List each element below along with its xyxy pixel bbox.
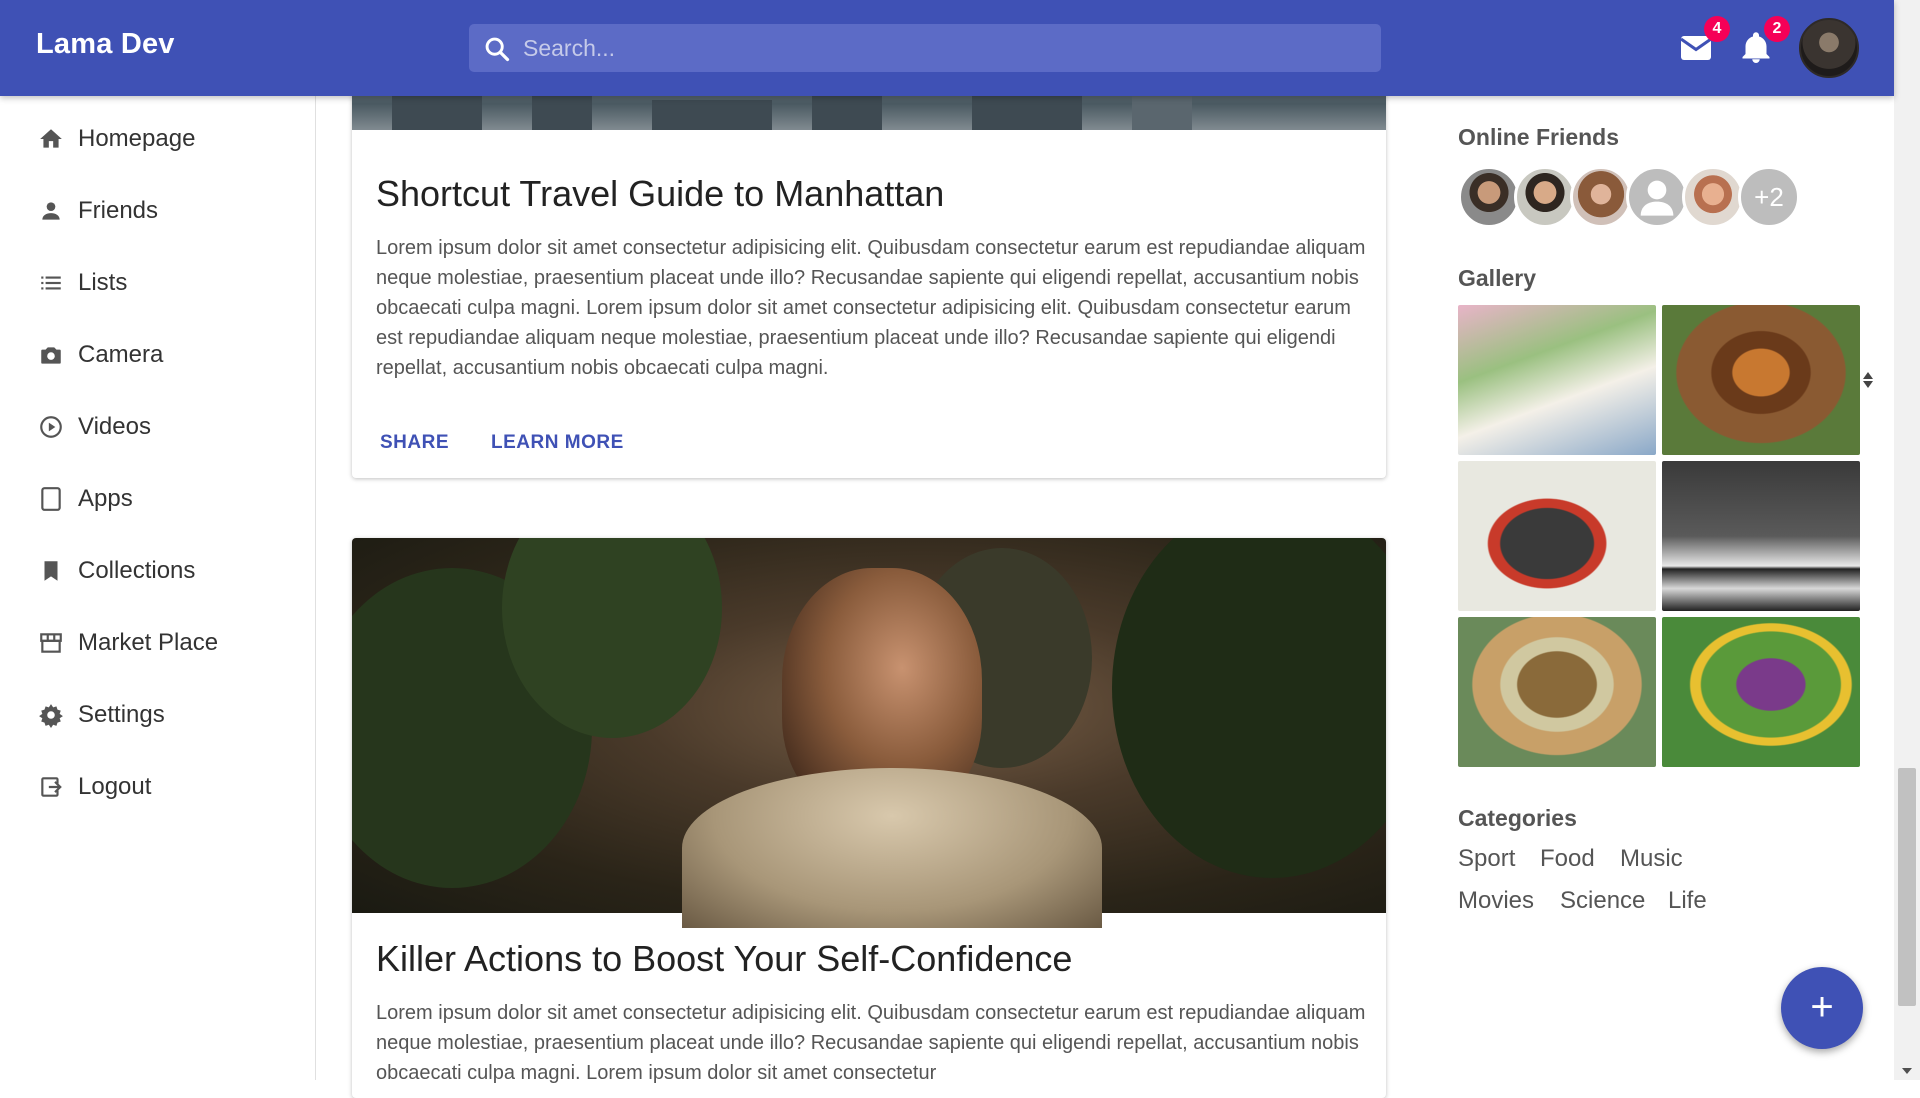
friend-avatar[interactable] bbox=[1458, 166, 1520, 228]
mail-button[interactable]: 4 bbox=[1678, 16, 1730, 66]
mail-badge: 4 bbox=[1704, 16, 1730, 42]
notification-badge: 2 bbox=[1764, 16, 1790, 42]
home-icon bbox=[40, 129, 62, 148]
sidebar-item-settings[interactable]: Settings bbox=[38, 695, 165, 735]
sidebar-item-label: Collections bbox=[78, 557, 196, 584]
category-link[interactable]: Life bbox=[1668, 887, 1707, 915]
sidebar-item-label: Camera bbox=[78, 341, 164, 368]
learn-more-button[interactable]: LEARN MORE bbox=[487, 428, 628, 458]
storefront-icon bbox=[40, 633, 62, 653]
tablet-icon bbox=[41, 487, 61, 511]
sidebar-item-logout[interactable]: Logout bbox=[38, 767, 151, 807]
sidebar-item-label: Market Place bbox=[78, 629, 219, 656]
search-input[interactable] bbox=[517, 24, 1357, 72]
sidebar-item-friends[interactable]: Friends bbox=[38, 191, 158, 231]
categories-heading: Categories bbox=[1458, 805, 1577, 831]
friend-avatar-placeholder[interactable] bbox=[1626, 166, 1688, 228]
add-post-button[interactable]: + bbox=[1781, 967, 1863, 1049]
post-title: Shortcut Travel Guide to Manhattan bbox=[376, 173, 945, 214]
sidebar-item-videos[interactable]: Videos bbox=[38, 407, 151, 447]
sidebar-item-label: Settings bbox=[78, 701, 165, 728]
share-button[interactable]: SHARE bbox=[376, 428, 453, 458]
sidebar-item-collections[interactable]: Collections bbox=[38, 551, 195, 591]
post-body: Lorem ipsum dolor sit amet consectetur a… bbox=[376, 1002, 1366, 1084]
category-link[interactable]: Sport bbox=[1458, 845, 1515, 873]
scroll-down-icon[interactable] bbox=[1902, 1068, 1912, 1074]
sidebar-item-camera[interactable]: Camera bbox=[38, 335, 163, 375]
sidebar-item-label: Apps bbox=[78, 485, 133, 512]
category-link[interactable]: Food bbox=[1540, 845, 1595, 873]
category-link[interactable]: Science bbox=[1560, 887, 1645, 915]
gallery-image[interactable] bbox=[1662, 305, 1860, 455]
post-title: Killer Actions to Boost Your Self-Confid… bbox=[376, 938, 1073, 979]
gallery-image[interactable] bbox=[1662, 461, 1860, 611]
logout-icon bbox=[41, 777, 62, 797]
bookmark-icon bbox=[44, 561, 58, 581]
category-link[interactable]: Music bbox=[1620, 845, 1683, 873]
online-friends-heading: Online Friends bbox=[1458, 124, 1620, 150]
list-icon bbox=[41, 276, 61, 290]
page-scrollbar[interactable] bbox=[1894, 0, 1920, 1080]
sidebar-item-label: Logout bbox=[78, 773, 152, 800]
post-body: Lorem ipsum dolor sit amet consectetur a… bbox=[376, 237, 1366, 379]
post-card: Shortcut Travel Guide to Manhattan Lorem… bbox=[352, 78, 1386, 478]
post-card: Killer Actions to Boost Your Self-Confid… bbox=[352, 538, 1386, 1098]
gallery-image[interactable] bbox=[1458, 461, 1656, 611]
person-icon bbox=[42, 202, 60, 220]
sidebar-item-label: Lists bbox=[78, 269, 128, 296]
search-box bbox=[469, 24, 1381, 72]
friend-avatar[interactable] bbox=[1682, 166, 1744, 228]
gallery-heading: Gallery bbox=[1458, 265, 1536, 291]
gear-icon bbox=[39, 704, 63, 728]
person-icon bbox=[1640, 180, 1674, 216]
scrollbar-thumb[interactable] bbox=[1898, 768, 1916, 1006]
camera-icon bbox=[41, 347, 61, 364]
sort-icon[interactable] bbox=[1862, 370, 1874, 390]
more-friends-count[interactable]: +2 bbox=[1738, 166, 1800, 228]
sidebar: Homepage Friends Lists Camera Videos App… bbox=[0, 96, 316, 1080]
sidebar-item-market-place[interactable]: Market Place bbox=[38, 623, 218, 663]
gallery-image[interactable] bbox=[1458, 305, 1656, 455]
category-link[interactable]: Movies bbox=[1458, 887, 1534, 915]
sidebar-item-label: Videos bbox=[78, 413, 151, 440]
brand-logo[interactable]: Lama Dev bbox=[36, 28, 175, 61]
sidebar-item-label: Homepage bbox=[78, 125, 196, 152]
post-image bbox=[352, 538, 1386, 928]
play-circle-icon bbox=[40, 416, 62, 438]
gallery-image[interactable] bbox=[1458, 617, 1656, 767]
search-icon bbox=[485, 37, 510, 62]
gallery-image[interactable] bbox=[1662, 617, 1860, 767]
sidebar-item-apps[interactable]: Apps bbox=[38, 479, 133, 519]
notifications-button[interactable]: 2 bbox=[1738, 16, 1790, 66]
friend-avatar[interactable] bbox=[1514, 166, 1576, 228]
user-avatar[interactable] bbox=[1799, 18, 1859, 78]
friend-avatar[interactable] bbox=[1570, 166, 1632, 228]
sidebar-item-lists[interactable]: Lists bbox=[38, 263, 127, 303]
sidebar-item-label: Friends bbox=[78, 197, 159, 224]
sidebar-item-homepage[interactable]: Homepage bbox=[38, 119, 195, 159]
app-bar: Lama Dev 4 2 bbox=[0, 0, 1894, 96]
